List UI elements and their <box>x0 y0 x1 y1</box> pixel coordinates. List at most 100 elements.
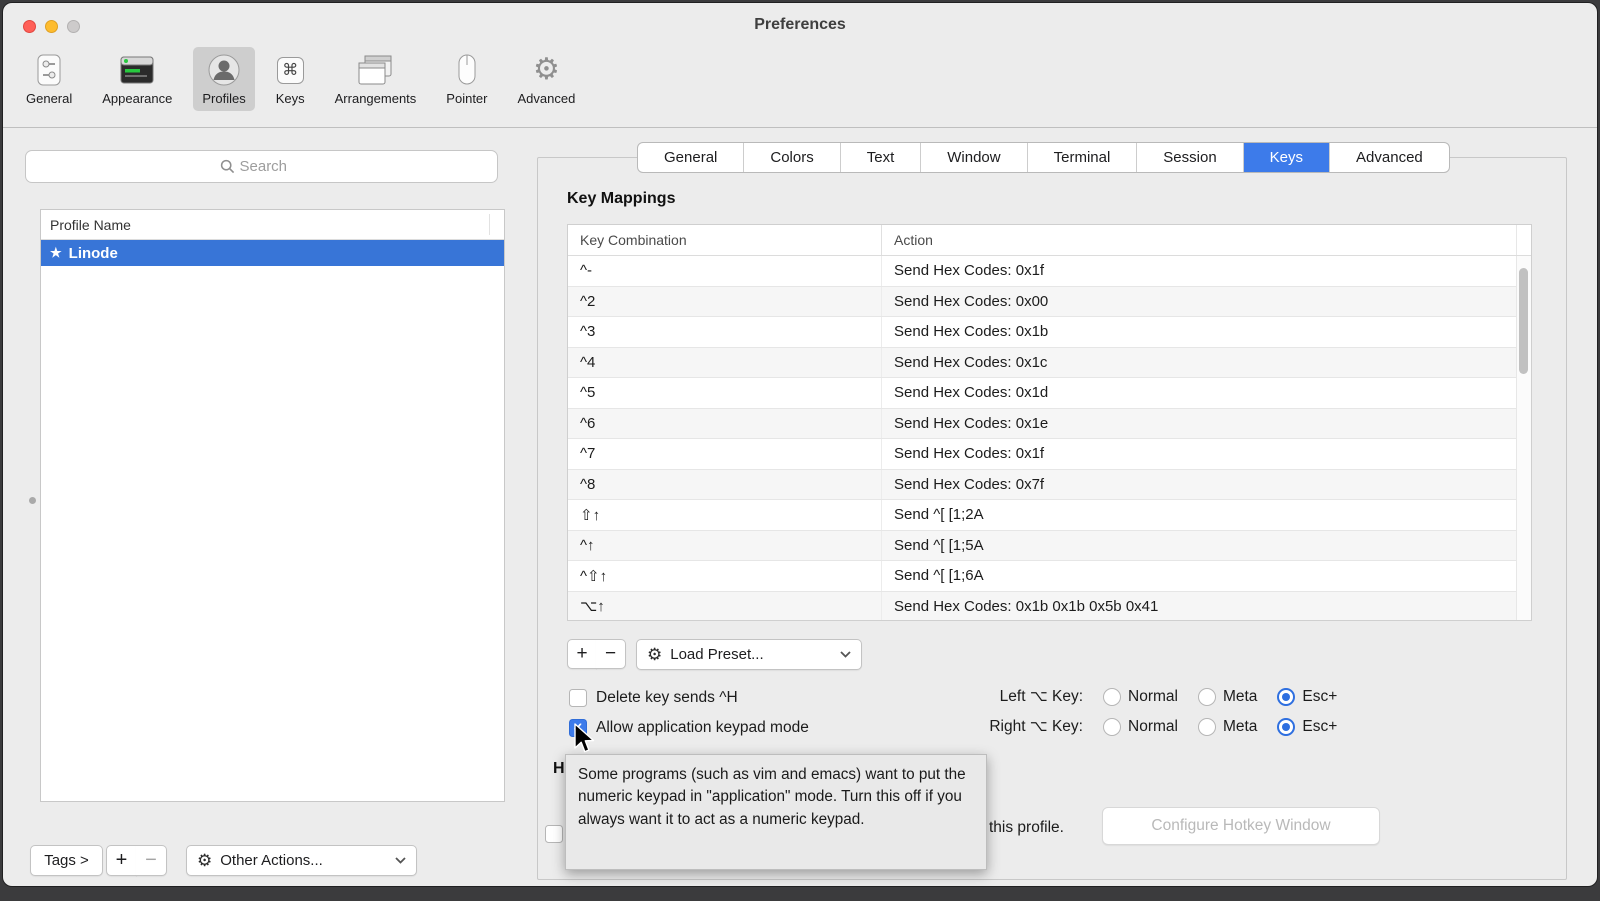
table-row[interactable]: ^3Send Hex Codes: 0x1b <box>568 317 1531 348</box>
tab-session[interactable]: Session <box>1137 143 1243 172</box>
right-option-meta-radio[interactable] <box>1198 718 1216 736</box>
keypad-mode-option: ✓ Allow application keypad mode <box>569 719 809 737</box>
esc-label: Esc+ <box>1302 718 1337 736</box>
default-profile-star-icon: ★ <box>50 245 62 261</box>
chevron-down-icon <box>395 857 406 864</box>
tab-keys[interactable]: Keys <box>1244 143 1330 172</box>
left-option-meta-radio[interactable] <box>1198 688 1216 706</box>
add-key-mapping-button[interactable]: + <box>567 639 597 669</box>
delete-key-option: Delete key sends ^H <box>569 689 738 707</box>
toolbar-item-pointer[interactable]: Pointer <box>437 47 496 111</box>
tab-window[interactable]: Window <box>921 143 1027 172</box>
add-profile-button[interactable]: + <box>106 845 137 876</box>
hotkey-checkbox[interactable] <box>545 825 563 843</box>
load-preset-label: Load Preset... <box>670 646 763 663</box>
toolbar-item-profiles[interactable]: Profiles <box>193 47 254 111</box>
toolbar-item-arrangements[interactable]: Arrangements <box>326 47 426 111</box>
table-row[interactable]: ^7Send Hex Codes: 0x1f <box>568 439 1531 470</box>
general-icon <box>35 51 63 89</box>
plus-icon: + <box>576 643 587 665</box>
search-icon <box>220 159 235 174</box>
left-option-key-label: Left ⌥ Key: <box>968 687 1083 706</box>
toolbar-item-keys[interactable]: ⌘ Keys <box>267 47 314 111</box>
profile-list-header[interactable]: Profile Name <box>41 210 504 240</box>
toolbar-item-advanced[interactable]: ⚙ Advanced <box>509 47 585 111</box>
table-row[interactable]: ^2Send Hex Codes: 0x00 <box>568 287 1531 318</box>
toolbar-item-appearance[interactable]: Appearance <box>93 47 181 111</box>
scrollbar-thumb[interactable] <box>1519 268 1528 374</box>
other-actions-label: Other Actions... <box>220 852 323 869</box>
search-text-field[interactable] <box>240 158 304 175</box>
tab-general[interactable]: General <box>638 143 744 172</box>
minus-icon: − <box>605 643 616 665</box>
chevron-down-icon <box>840 651 851 658</box>
tab-advanced[interactable]: Advanced <box>1330 143 1449 172</box>
table-row[interactable]: ⇧↑Send ^[ [1;2A <box>568 500 1531 531</box>
right-option-normal-radio[interactable] <box>1103 718 1121 736</box>
hotkey-heading-partial: H <box>553 760 565 778</box>
load-preset-popup[interactable]: ⚙ Load Preset... <box>636 639 862 670</box>
key-mappings-table: Key Combination Action ^-Send Hex Codes:… <box>567 224 1532 621</box>
normal-label: Normal <box>1128 718 1178 736</box>
mouse-cursor-icon <box>573 723 596 762</box>
left-option-key-group: Left ⌥ Key: Normal Meta Esc+ <box>968 687 1337 706</box>
arrangements-icon <box>356 51 394 89</box>
table-rows: ^-Send Hex Codes: 0x1f ^2Send Hex Codes:… <box>568 256 1531 621</box>
normal-label: Normal <box>1128 688 1178 706</box>
toolbar-item-general[interactable]: General <box>17 47 81 111</box>
gear-icon: ⚙ <box>647 646 662 663</box>
tab-text[interactable]: Text <box>841 143 922 172</box>
right-option-esc-radio[interactable] <box>1277 718 1295 736</box>
meta-label: Meta <box>1223 688 1257 706</box>
key-combination-column-header[interactable]: Key Combination <box>568 232 881 248</box>
toolbar-label: Pointer <box>446 91 487 106</box>
configure-hotkey-window-button[interactable]: Configure Hotkey Window <box>1102 807 1380 845</box>
appearance-icon <box>118 51 156 89</box>
action-column-header[interactable]: Action <box>881 225 1516 255</box>
table-row[interactable]: ^5Send Hex Codes: 0x1d <box>568 378 1531 409</box>
splitter-handle[interactable] <box>29 497 36 504</box>
right-option-key-group: Right ⌥ Key: Normal Meta Esc+ <box>968 717 1337 736</box>
left-option-esc-radio[interactable] <box>1277 688 1295 706</box>
table-row[interactable]: ^6Send Hex Codes: 0x1e <box>568 409 1531 440</box>
left-option-normal-radio[interactable] <box>1103 688 1121 706</box>
keypad-mode-label: Allow application keypad mode <box>596 719 809 737</box>
keypad-mode-tooltip: Some programs (such as vim and emacs) wa… <box>565 754 987 870</box>
toolbar-divider <box>3 127 1597 128</box>
profile-list: Profile Name ★ Linode <box>40 209 505 802</box>
tab-terminal[interactable]: Terminal <box>1028 143 1138 172</box>
table-row[interactable]: ^-Send Hex Codes: 0x1f <box>568 256 1531 287</box>
delete-key-checkbox[interactable] <box>569 689 587 707</box>
table-row[interactable]: ^4Send Hex Codes: 0x1c <box>568 348 1531 379</box>
tags-button-label: Tags > <box>44 852 89 869</box>
profile-name: Linode <box>69 245 118 262</box>
toolbar-label: Keys <box>276 91 305 106</box>
table-header: Key Combination Action <box>568 225 1531 256</box>
minus-icon: − <box>145 849 157 872</box>
table-row[interactable]: ⌥↑Send Hex Codes: 0x1b 0x1b 0x5b 0x41 <box>568 592 1531 622</box>
tooltip-text: Some programs (such as vim and emacs) wa… <box>578 766 966 828</box>
pointer-icon <box>456 51 478 89</box>
search-input[interactable] <box>25 150 498 183</box>
toolbar-label: Advanced <box>518 91 576 106</box>
key-mappings-heading: Key Mappings <box>567 190 675 208</box>
toolbar-label: Arrangements <box>335 91 417 106</box>
preferences-window: Preferences General Appearance Profiles … <box>3 3 1597 886</box>
profile-row-linode[interactable]: ★ Linode <box>41 240 504 266</box>
table-row[interactable]: ^8Send Hex Codes: 0x7f <box>568 470 1531 501</box>
configure-hotkey-window-label: Configure Hotkey Window <box>1151 817 1330 835</box>
advanced-gear-icon: ⚙ <box>533 51 560 89</box>
keys-icon: ⌘ <box>277 51 304 89</box>
tags-button[interactable]: Tags > <box>30 845 103 876</box>
tab-colors[interactable]: Colors <box>744 143 840 172</box>
remove-key-mapping-button[interactable]: − <box>596 639 626 669</box>
table-row[interactable]: ^⇧↑Send ^[ [1;6A <box>568 561 1531 592</box>
hotkey-text-partial: this profile. <box>989 819 1064 837</box>
column-divider[interactable] <box>489 214 490 235</box>
toolbar-label: Profiles <box>202 91 245 106</box>
scrollbar-track[interactable] <box>1516 256 1531 620</box>
table-row[interactable]: ^↑Send ^[ [1;5A <box>568 531 1531 562</box>
esc-label: Esc+ <box>1302 688 1337 706</box>
remove-profile-button[interactable]: − <box>136 845 167 876</box>
other-actions-popup[interactable]: ⚙ Other Actions... <box>186 845 417 876</box>
